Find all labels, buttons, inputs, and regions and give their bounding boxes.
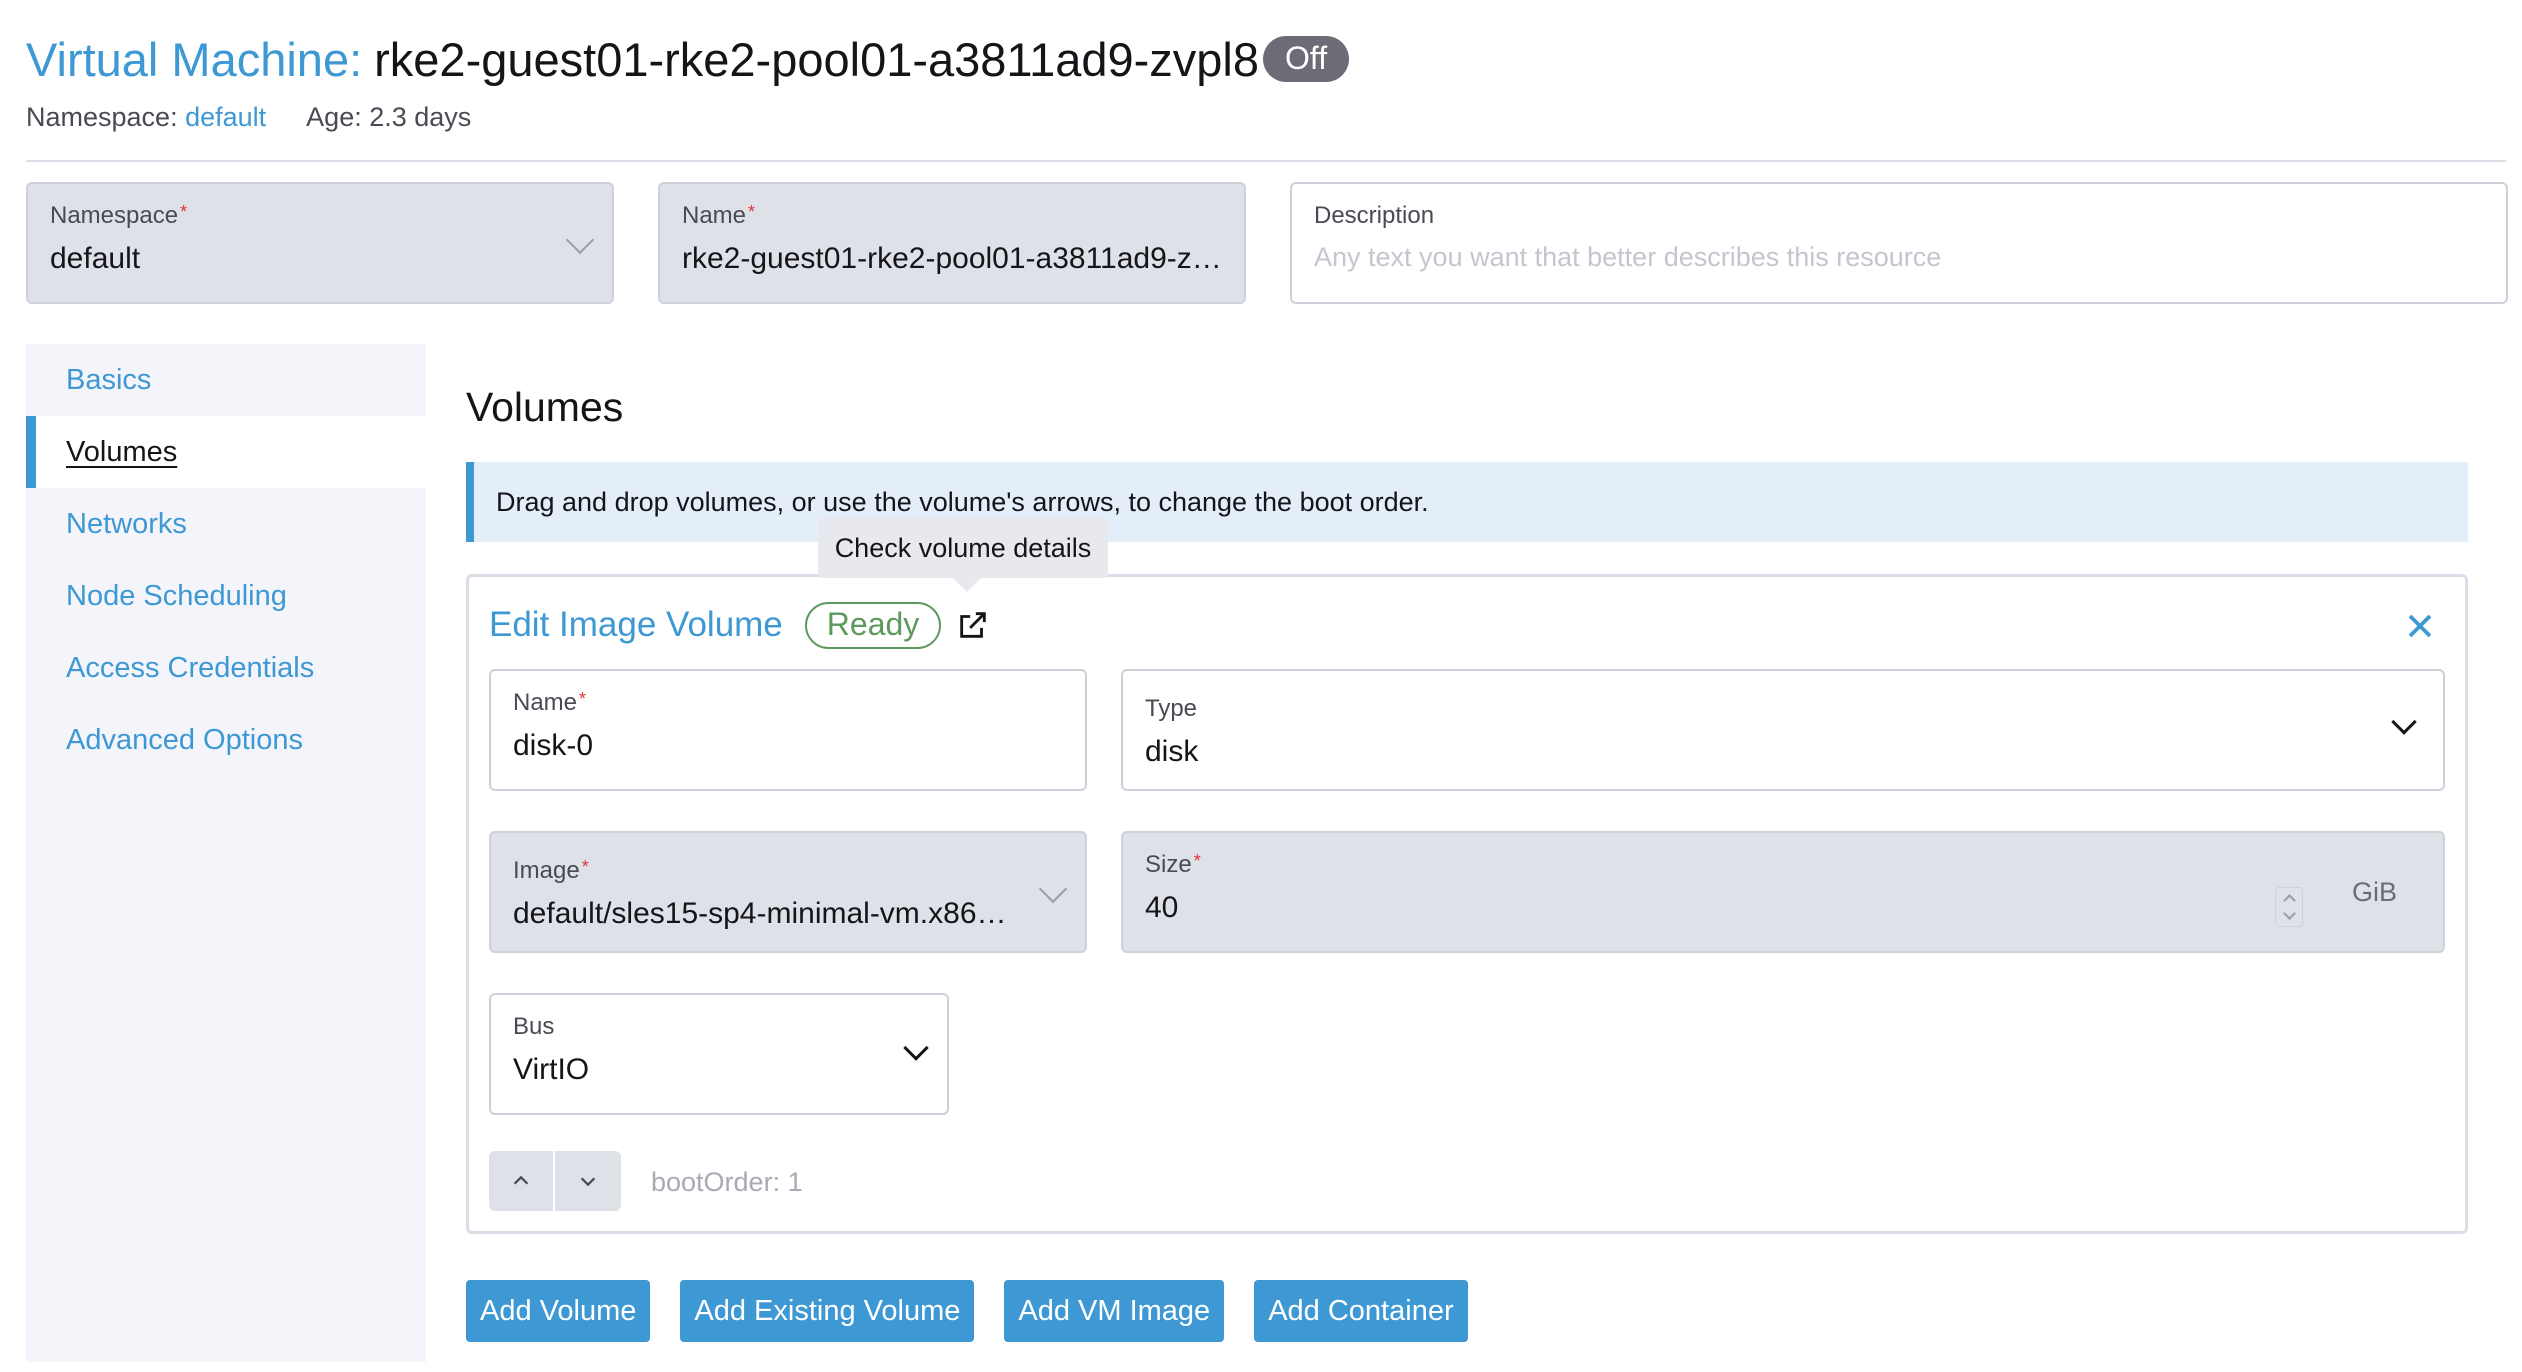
chevron-up-icon xyxy=(2282,894,2296,907)
volume-type-label: Type xyxy=(1145,695,1198,722)
size-value: 40 xyxy=(1145,891,1179,924)
namespace-field-value: default xyxy=(50,242,141,275)
boot-order-text: bootOrder: 1 xyxy=(651,1167,803,1197)
volume-name-label: Name * xyxy=(513,689,587,716)
name-field-label: Name * xyxy=(682,202,756,229)
title-row: Virtual Machine: rke2-guest01-rke2-pool0… xyxy=(26,28,2496,90)
sidebar-item-node-scheduling[interactable]: Node Scheduling xyxy=(26,560,426,632)
volume-card: Edit Image Volume Ready Name * disk-0 Typ… xyxy=(466,574,2468,1234)
name-field-value: rke2-guest01-rke2-pool01-a3811ad9-zvpl8 xyxy=(682,242,1222,275)
external-link-icon[interactable] xyxy=(953,605,993,645)
boot-order-controls xyxy=(489,1151,621,1211)
volume-name-input[interactable]: Name * disk-0 xyxy=(489,669,1087,791)
sidebar-item-volumes[interactable]: Volumes xyxy=(26,416,426,488)
move-up-button[interactable] xyxy=(489,1151,555,1211)
close-icon[interactable] xyxy=(2395,601,2445,651)
size-unit: GiB xyxy=(2351,877,2397,907)
namespace-field-label: Namespace * xyxy=(50,202,188,229)
namespace-meta: Namespace: default xyxy=(26,102,266,133)
status-badge: Ready xyxy=(804,601,942,649)
page-header: Virtual Machine: rke2-guest01-rke2-pool0… xyxy=(26,28,2496,158)
chevron-down-icon xyxy=(2282,907,2296,920)
section-title: Volumes xyxy=(466,384,624,430)
volume-type-select[interactable]: Type disk xyxy=(1121,669,2445,791)
size-input[interactable]: Size * 40 GiB xyxy=(1121,831,2445,953)
bus-value: VirtIO xyxy=(513,1053,590,1086)
image-value: default/sles15-sp4-minimal-vm.x86_64-ope… xyxy=(513,897,1063,930)
sidebar-item-networks[interactable]: Networks xyxy=(26,488,426,560)
sidebar: Basics Volumes Networks Node Scheduling … xyxy=(26,344,426,776)
move-down-button[interactable] xyxy=(555,1151,621,1211)
add-existing-volume-button[interactable]: Add Existing Volume xyxy=(680,1280,975,1342)
description-field-label: Description xyxy=(1314,202,1435,229)
bus-select[interactable]: Bus VirtIO xyxy=(489,993,949,1115)
sidebar-item-basics[interactable]: Basics xyxy=(26,344,426,416)
age-meta: Age: 2.3 days xyxy=(306,102,472,132)
namespace-select[interactable]: Namespace * default xyxy=(26,182,614,304)
bus-label: Bus xyxy=(513,1013,555,1040)
info-banner: Drag and drop volumes, or use the volume… xyxy=(466,462,2468,542)
volume-title: Edit Image Volume xyxy=(489,605,783,644)
image-label: Image * xyxy=(513,857,589,884)
add-container-button[interactable]: Add Container xyxy=(1254,1280,1468,1342)
namespace-meta-label: Namespace: xyxy=(26,102,178,132)
info-banner-text: Drag and drop volumes, or use the volume… xyxy=(496,486,1429,517)
header-divider xyxy=(26,160,2506,162)
image-select[interactable]: Image * default/sles15-sp4-minimal-vm.x86… xyxy=(489,831,1087,953)
top-form: Namespace * default Name * rke2-guest01-rk… xyxy=(26,182,2508,304)
description-placeholder: Any text you want that better describes … xyxy=(1314,242,1942,272)
size-stepper[interactable] xyxy=(2275,887,2303,927)
volume-type-value: disk xyxy=(1145,735,1199,768)
page-title: rke2-guest01-rke2-pool01-a3811ad9-zvpl8 xyxy=(374,32,1259,86)
main-panel: Volumes Drag and drop volumes, or use th… xyxy=(426,344,2508,1362)
volume-name-value: disk-0 xyxy=(513,729,594,762)
tooltip: Check volume details xyxy=(818,518,1108,592)
description-field[interactable]: Description Any text you want that bette… xyxy=(1290,182,2508,304)
add-vm-image-button[interactable]: Add VM Image xyxy=(1004,1280,1225,1342)
namespace-link[interactable]: default xyxy=(185,102,266,132)
meta-row: Namespace: default Age: 2.3 days xyxy=(26,102,2496,133)
page-title-prefix: Virtual Machine: xyxy=(26,32,363,86)
add-volume-button[interactable]: Add Volume xyxy=(466,1280,651,1342)
sidebar-item-advanced-options[interactable]: Advanced Options xyxy=(26,704,426,776)
sidebar-item-access-credentials[interactable]: Access Credentials xyxy=(26,632,426,704)
name-field[interactable]: Name * rke2-guest01-rke2-pool01-a3811ad9-… xyxy=(658,182,1246,304)
volume-actions: Add Volume Add Existing Volume Add VM Im… xyxy=(466,1280,1468,1342)
size-label: Size * xyxy=(1145,851,1201,878)
state-badge: Off xyxy=(1263,36,1350,82)
volume-card-header: Edit Image Volume Ready xyxy=(489,595,2445,655)
